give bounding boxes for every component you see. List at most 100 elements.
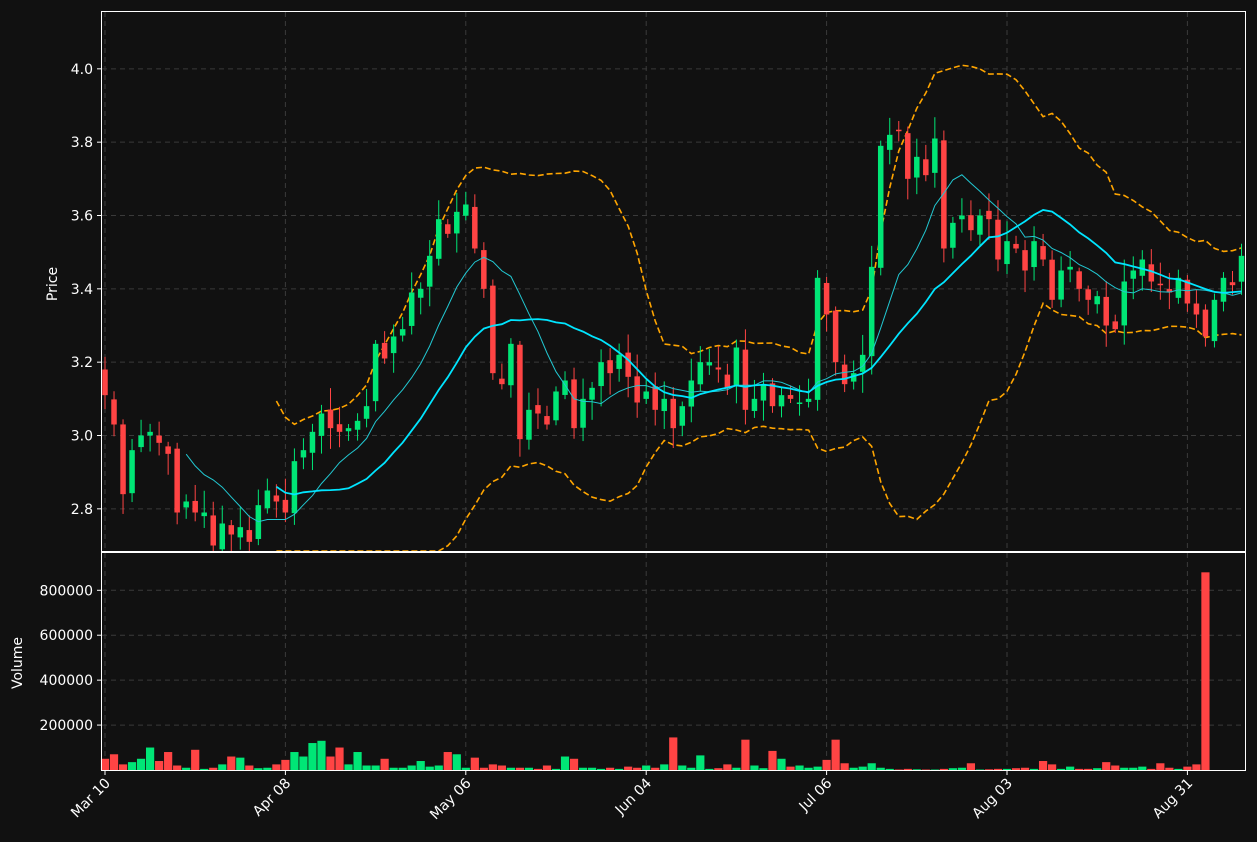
price-panel-frame bbox=[101, 11, 1246, 552]
volume-bar bbox=[921, 769, 930, 771]
candle-body bbox=[959, 215, 965, 220]
volume-bar bbox=[1066, 766, 1075, 770]
volume-bar bbox=[1057, 768, 1066, 770]
candle-body bbox=[508, 343, 514, 386]
price-axis-label: Price bbox=[45, 267, 61, 301]
candle bbox=[697, 346, 704, 392]
price-tick-label: 4.0 bbox=[71, 62, 93, 78]
candle bbox=[571, 367, 577, 439]
volume-bar bbox=[858, 766, 867, 770]
volume-bar bbox=[768, 750, 777, 770]
candle-body bbox=[868, 266, 875, 357]
volume-axis-label: Volume bbox=[10, 637, 26, 689]
candle bbox=[417, 282, 424, 315]
chart-figure: Mar 10 Apr 08 May 06 Jun 04 Jul 06 Aug 03 Aug … bbox=[0, 0, 1257, 842]
candles bbox=[102, 117, 1245, 551]
volume-bar bbox=[903, 768, 912, 770]
candle bbox=[1211, 293, 1218, 348]
candle-body bbox=[1022, 250, 1028, 271]
candle-body bbox=[535, 405, 541, 414]
candle-body bbox=[823, 282, 830, 315]
candle-body bbox=[1202, 309, 1209, 337]
candle bbox=[905, 126, 911, 200]
candle-body bbox=[941, 140, 947, 249]
candle-body bbox=[201, 512, 207, 517]
volume-bar bbox=[380, 758, 389, 770]
volume-bar bbox=[533, 768, 543, 770]
candle bbox=[246, 515, 253, 551]
candle bbox=[1184, 275, 1191, 312]
candle-body bbox=[435, 219, 442, 259]
volume-bar bbox=[957, 767, 966, 770]
volume-bar bbox=[786, 766, 795, 770]
candle-body bbox=[120, 424, 126, 495]
candle bbox=[688, 358, 695, 423]
candle-body bbox=[1004, 241, 1010, 265]
candle bbox=[553, 386, 559, 426]
candle-body bbox=[156, 435, 162, 443]
volume-bar bbox=[551, 768, 561, 770]
volume-bar bbox=[741, 739, 750, 770]
candle-body bbox=[643, 391, 649, 399]
volume-bar bbox=[723, 764, 732, 770]
candle-body bbox=[1130, 270, 1137, 279]
candle bbox=[1229, 270, 1236, 295]
candle-body bbox=[886, 134, 893, 150]
volume-bar bbox=[876, 767, 885, 770]
candle bbox=[715, 346, 722, 383]
volume-bar bbox=[344, 764, 353, 770]
candle-body bbox=[454, 211, 460, 234]
candle-body bbox=[1229, 282, 1236, 286]
candle bbox=[372, 340, 379, 412]
volume-bar bbox=[615, 768, 624, 770]
candle bbox=[886, 117, 893, 165]
volume-bar bbox=[1156, 763, 1165, 770]
volume-bar bbox=[209, 767, 218, 770]
candle-body bbox=[499, 378, 505, 385]
volume-bar bbox=[452, 754, 461, 770]
candle bbox=[490, 279, 496, 380]
candle bbox=[661, 381, 667, 430]
volume-bar bbox=[479, 767, 488, 770]
candle-body bbox=[923, 159, 929, 176]
candle bbox=[472, 194, 478, 254]
volume-bar bbox=[182, 767, 191, 770]
candle bbox=[923, 144, 929, 182]
candle-body bbox=[219, 523, 226, 550]
candle-body bbox=[490, 285, 496, 374]
volume-bar bbox=[984, 769, 994, 770]
volume-bar bbox=[317, 740, 326, 770]
candle bbox=[950, 216, 956, 259]
candle bbox=[544, 405, 550, 430]
candle bbox=[210, 501, 216, 551]
candle bbox=[1157, 262, 1164, 300]
volume-bar bbox=[272, 764, 281, 770]
candle-body bbox=[408, 292, 415, 326]
volume-bar bbox=[894, 769, 903, 771]
candle-body bbox=[679, 406, 686, 426]
candle-body bbox=[616, 354, 622, 369]
candle bbox=[165, 441, 171, 475]
volume-bar bbox=[705, 768, 714, 770]
volume-bar bbox=[434, 765, 443, 770]
candle bbox=[300, 438, 307, 470]
candle bbox=[147, 423, 153, 452]
candle bbox=[481, 242, 487, 298]
candle-body bbox=[291, 461, 298, 514]
candle-body bbox=[1049, 259, 1055, 300]
candle-body bbox=[336, 424, 343, 432]
candle-body bbox=[598, 362, 604, 387]
volume-bar bbox=[867, 763, 876, 770]
candle bbox=[192, 484, 198, 522]
volume-bar bbox=[1002, 768, 1012, 770]
candle-body bbox=[742, 349, 749, 410]
candle bbox=[201, 490, 207, 528]
volume-tick-label: 400000 bbox=[40, 673, 93, 689]
candle bbox=[399, 316, 406, 342]
volume-bar bbox=[1165, 767, 1174, 770]
volume-tick-label: 800000 bbox=[40, 583, 93, 599]
candle bbox=[138, 419, 144, 453]
volume-bar bbox=[795, 765, 804, 770]
volume-bar bbox=[840, 763, 849, 770]
axes: Mar 10 Apr 08 May 06 Jun 04 Jul 06 Aug 03 Aug … bbox=[40, 62, 1197, 823]
